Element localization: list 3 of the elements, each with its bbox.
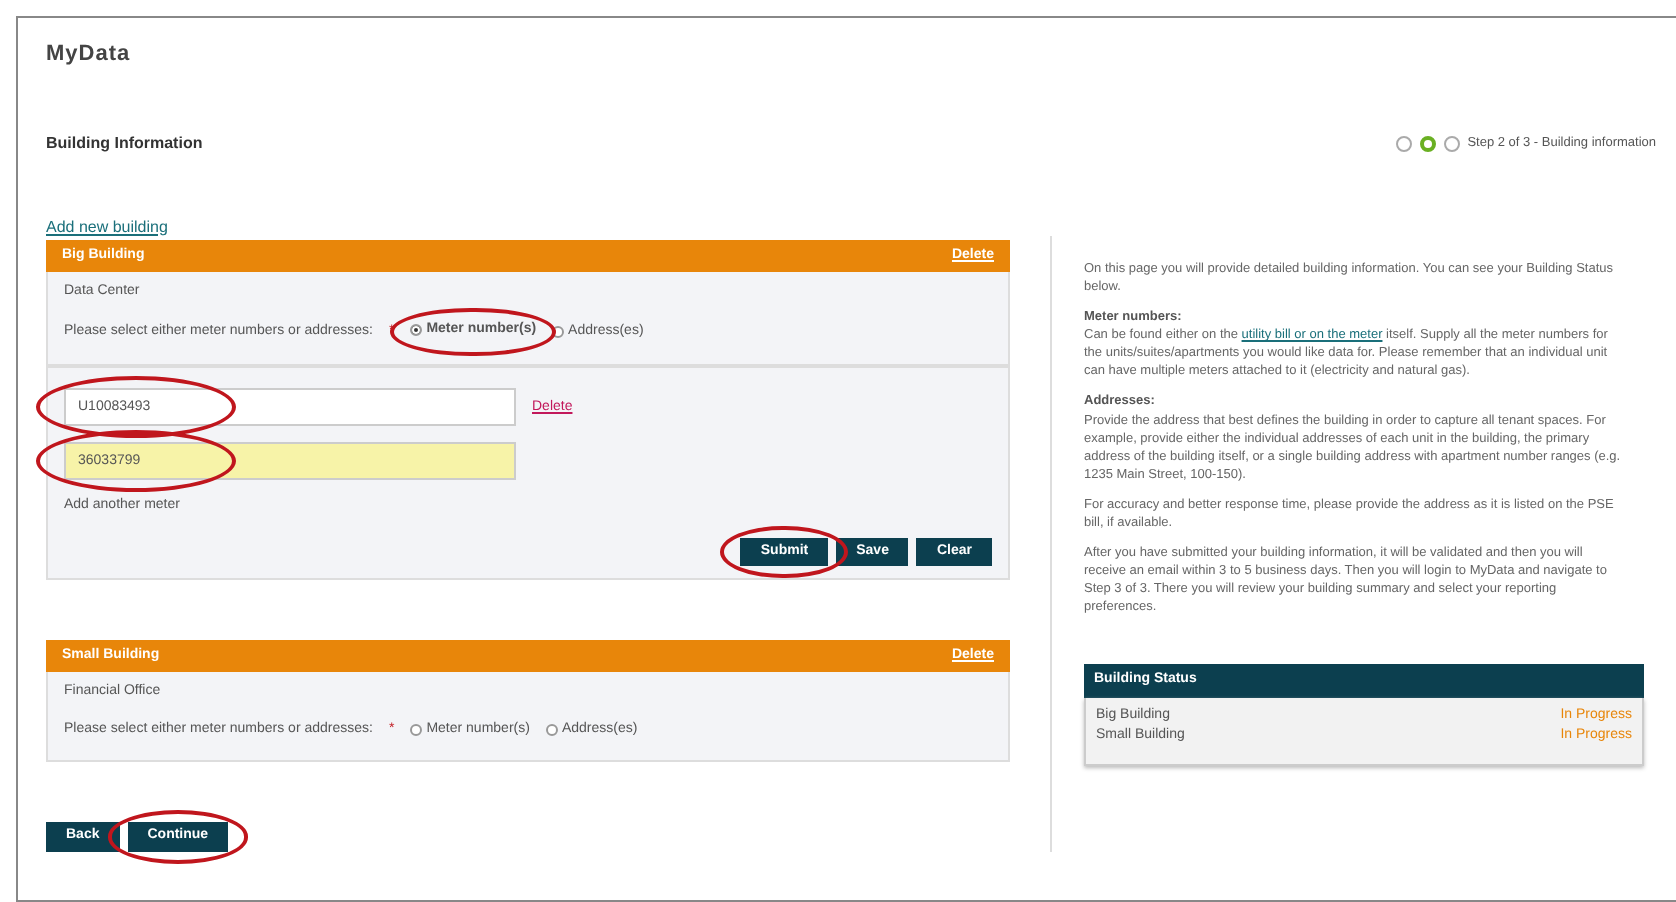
app-title: MyData bbox=[46, 40, 133, 70]
add-building-link[interactable]: Add new building bbox=[46, 217, 168, 235]
page-title: Building Information bbox=[46, 131, 203, 155]
